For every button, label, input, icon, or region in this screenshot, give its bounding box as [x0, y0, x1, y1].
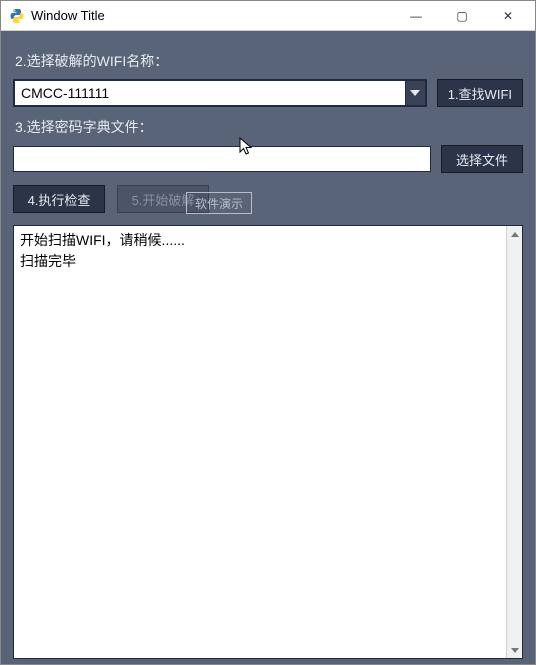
python-icon — [9, 8, 25, 24]
dict-file-label: 3.选择密码字典文件： — [15, 117, 523, 137]
wifi-name-combobox[interactable] — [13, 79, 427, 107]
client-area: 2.选择破解的WIFI名称： 1.查找WIFI 3.选择密码字典文件： 选择文件… — [1, 31, 535, 665]
maximize-button[interactable]: ▢ — [439, 1, 485, 31]
chevron-up-icon — [511, 232, 519, 237]
chevron-down-icon — [410, 90, 420, 96]
scroll-up-button[interactable] — [507, 226, 522, 242]
run-check-button[interactable]: 4.执行检查 — [13, 185, 105, 213]
window-title: Window Title — [31, 8, 105, 23]
title-bar: Window Title — ▢ ✕ — [1, 1, 535, 31]
minimize-button[interactable]: — — [393, 1, 439, 31]
wifi-name-input[interactable] — [15, 81, 403, 105]
log-textarea[interactable] — [14, 226, 506, 658]
wifi-name-dropdown-button[interactable] — [405, 81, 425, 105]
chevron-down-icon — [511, 648, 519, 653]
app-window: Window Title — ▢ ✕ 2.选择破解的WIFI名称： 1.查找WI… — [0, 0, 536, 665]
log-panel — [13, 225, 523, 659]
choose-file-button[interactable]: 选择文件 — [441, 145, 523, 173]
start-crack-button: 5.开始破解 — [117, 185, 209, 213]
wifi-name-label: 2.选择破解的WIFI名称： — [15, 51, 523, 71]
find-wifi-button[interactable]: 1.查找WIFI — [437, 79, 523, 107]
close-button[interactable]: ✕ — [485, 1, 531, 31]
log-scrollbar[interactable] — [506, 226, 522, 658]
dict-file-input[interactable] — [13, 146, 431, 172]
scroll-down-button[interactable] — [507, 642, 522, 658]
